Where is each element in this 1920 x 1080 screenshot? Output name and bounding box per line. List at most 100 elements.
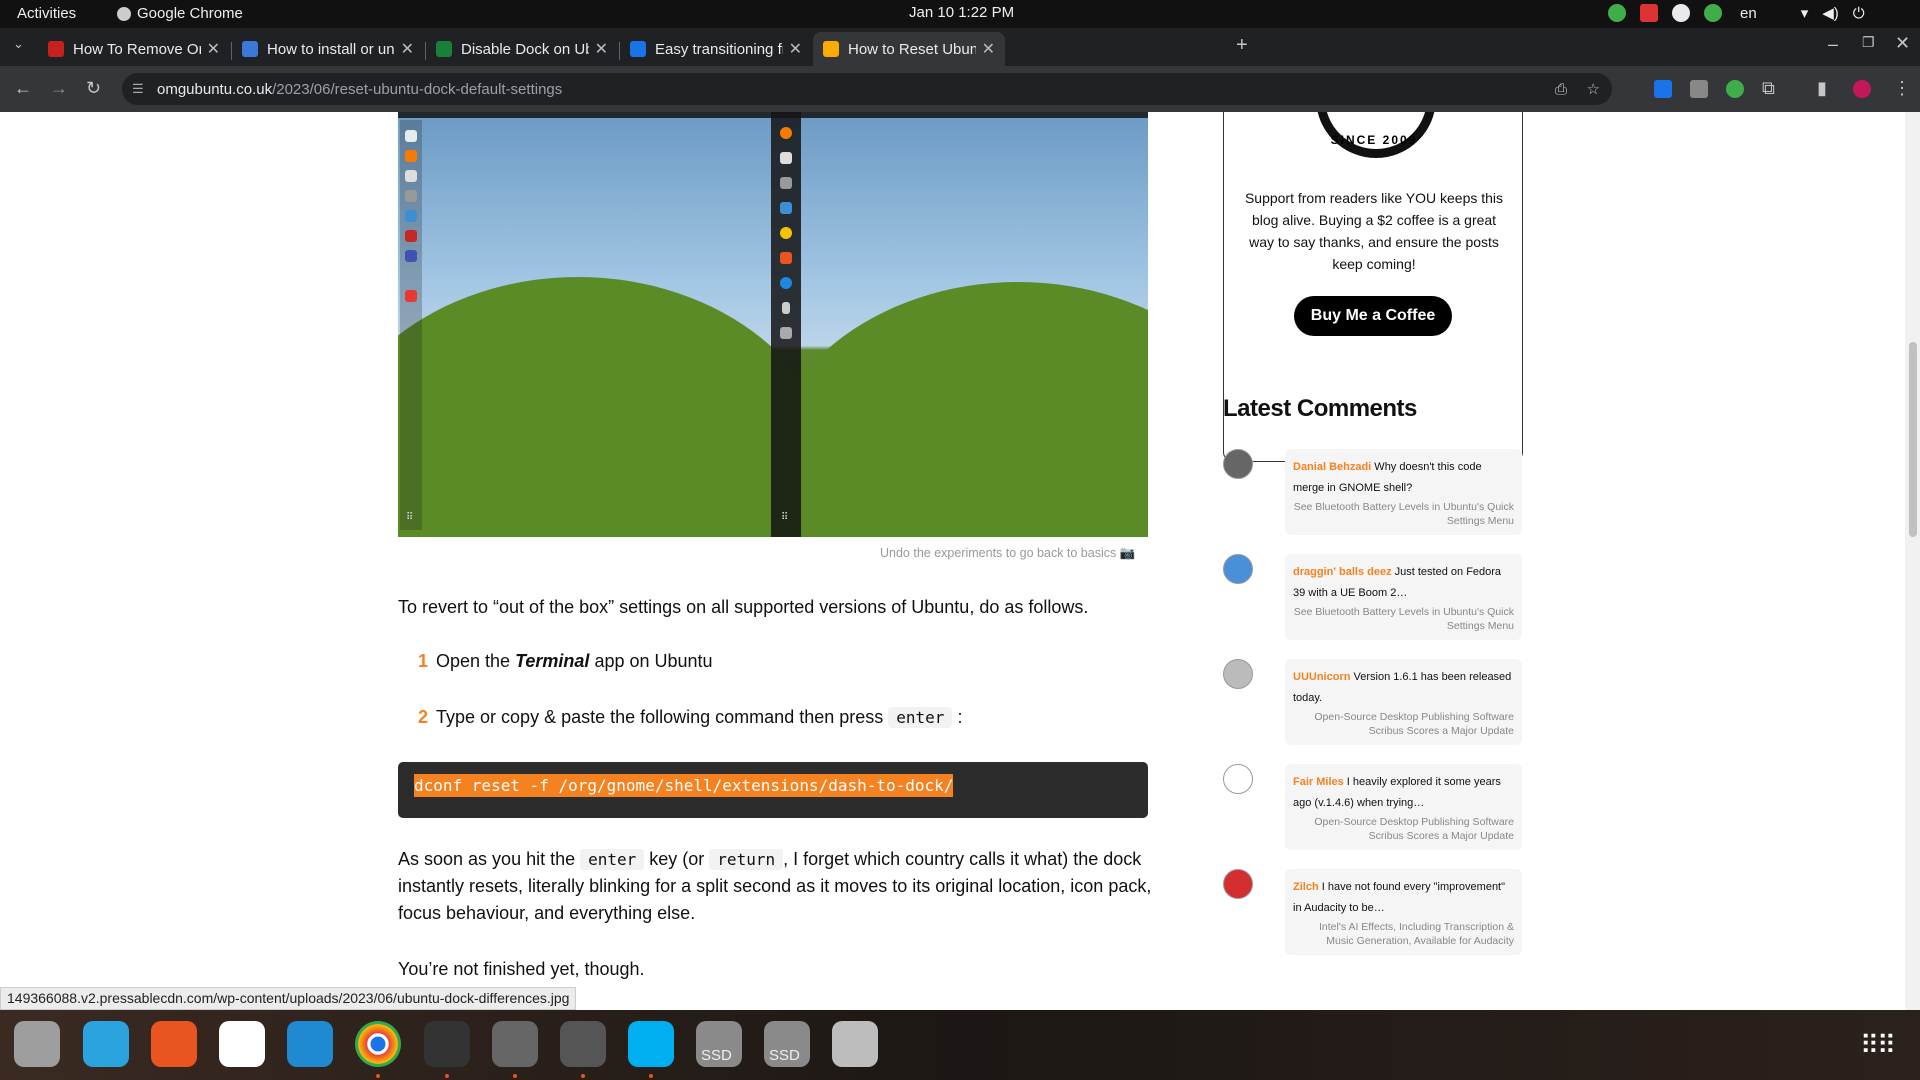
power-icon[interactable]: ⏻ bbox=[1853, 5, 1865, 22]
extension-icon[interactable] bbox=[1726, 80, 1744, 98]
tray-chrome-icon[interactable] bbox=[1672, 4, 1690, 22]
side-panel-icon[interactable]: ▮ bbox=[1817, 78, 1827, 99]
comment-author[interactable]: UUUnicorn bbox=[1293, 671, 1350, 683]
chrome-icon[interactable] bbox=[355, 1021, 401, 1067]
comment-box[interactable]: Zilch I have not found every "improvemen… bbox=[1285, 869, 1522, 955]
running-indicator bbox=[581, 1074, 585, 1078]
web-page: ⠿ ⠿ Undo the experiments to go back to b… bbox=[0, 112, 1905, 1010]
terminal-icon[interactable] bbox=[424, 1021, 470, 1067]
tray-app-icon[interactable] bbox=[1640, 4, 1658, 22]
latest-comments-heading: Latest Comments bbox=[1223, 395, 1417, 422]
tab-title: How to install or uninstall bbox=[267, 40, 395, 58]
extensions-icon[interactable] bbox=[560, 1021, 606, 1067]
comment-source-post[interactable]: Open-Source Desktop Publishing Software … bbox=[1293, 815, 1514, 843]
tray-app-icon[interactable] bbox=[1608, 4, 1626, 22]
since-label: SINCE 2009 bbox=[1330, 133, 1418, 147]
telegram-icon[interactable] bbox=[83, 1021, 129, 1067]
tab[interactable]: How To Remove Or Disable ✕ bbox=[38, 32, 230, 66]
chrome-icon bbox=[117, 6, 131, 21]
language-indicator[interactable]: en bbox=[1740, 5, 1757, 22]
comment-source-post[interactable]: See Bluetooth Battery Levels in Ubuntu's… bbox=[1293, 605, 1514, 633]
tab[interactable]: Disable Dock on Ubuntu ✕ bbox=[426, 32, 618, 66]
tab-favicon-icon bbox=[48, 41, 64, 57]
intro-paragraph: To revert to “out of the box” settings o… bbox=[398, 597, 1089, 617]
command-text[interactable]: dconf reset -f /org/gnome/shell/extensio… bbox=[414, 774, 954, 797]
close-tab-icon[interactable]: ✕ bbox=[401, 39, 414, 59]
running-indicator bbox=[649, 1074, 653, 1078]
reset-paragraph: As soon as you hit the enter key (or ret… bbox=[398, 849, 1152, 923]
close-tab-icon[interactable]: ✕ bbox=[207, 39, 220, 59]
ssd-label: SSD bbox=[701, 1047, 732, 1064]
close-window-button[interactable]: ✕ bbox=[1895, 33, 1910, 54]
close-tab-icon[interactable]: ✕ bbox=[982, 39, 995, 59]
wifi-icon[interactable]: ▾ bbox=[1801, 4, 1809, 22]
clock[interactable]: Jan 10 1:22 PM bbox=[909, 4, 1014, 21]
comment-box[interactable]: UUUnicorn Version 1.6.1 has been release… bbox=[1285, 659, 1522, 745]
site-info-icon[interactable]: ☰ bbox=[132, 81, 144, 97]
chrome-menu-icon[interactable]: ⋮ bbox=[1893, 78, 1911, 99]
comment-author[interactable]: Danial Behzadi bbox=[1293, 461, 1371, 473]
install-app-icon[interactable]: ⎙ bbox=[1555, 81, 1567, 98]
closing-paragraph: You’re not finished yet, though. bbox=[398, 959, 645, 979]
commenter-avatar bbox=[1223, 659, 1253, 689]
close-tab-icon[interactable]: ✕ bbox=[789, 39, 802, 59]
profile-avatar[interactable] bbox=[1853, 80, 1871, 98]
tab[interactable]: Easy transitioning from ✕ bbox=[620, 32, 812, 66]
tray-app-icon[interactable] bbox=[1704, 4, 1722, 22]
files-icon[interactable] bbox=[14, 1021, 60, 1067]
comment-source-post[interactable]: Open-Source Desktop Publishing Software … bbox=[1293, 710, 1514, 738]
tab-search-icon[interactable]: ⌄ bbox=[13, 36, 24, 52]
commenter-avatar bbox=[1223, 869, 1253, 899]
volume-icon[interactable]: ◀) bbox=[1822, 4, 1839, 22]
skype-icon[interactable] bbox=[628, 1021, 674, 1067]
scrollbar-thumb[interactable] bbox=[1909, 342, 1917, 537]
page-scrollbar[interactable] bbox=[1905, 112, 1920, 1010]
comment-box[interactable]: Danial Behzadi Why doesn't this code mer… bbox=[1285, 449, 1522, 535]
reload-button[interactable]: ↻ bbox=[86, 78, 101, 99]
comment-author[interactable]: Fair Miles bbox=[1293, 776, 1344, 788]
extensions-puzzle-icon[interactable]: ⧉ bbox=[1762, 78, 1775, 99]
tab-title: Disable Dock on Ubuntu bbox=[461, 40, 589, 58]
system-tray[interactable]: en ▾ ◀) ⏻ bbox=[1608, 4, 1865, 22]
comment-text[interactable]: I have not found every "improvement" in … bbox=[1293, 881, 1505, 914]
forward-button[interactable]: → bbox=[50, 78, 68, 99]
restore-button[interactable]: ❐ bbox=[1862, 34, 1875, 51]
tab[interactable]: How to Reset Ubuntu Dock ✕ bbox=[813, 32, 1005, 66]
buy-me-a-coffee-button[interactable]: Buy Me a Coffee bbox=[1294, 296, 1452, 336]
address-bar[interactable]: ☰ omgubuntu.co.uk/2023/06/reset-ubuntu-d… bbox=[122, 73, 1612, 105]
back-button[interactable]: ← bbox=[14, 78, 32, 99]
comment-author[interactable]: Zilch bbox=[1293, 881, 1319, 893]
tab-title: Easy transitioning from bbox=[655, 40, 783, 58]
activities-button[interactable]: Activities bbox=[17, 5, 76, 22]
ssd-1-icon[interactable]: SSD bbox=[696, 1021, 742, 1067]
show-apps-grid-icon[interactable]: ⠿⠿ bbox=[1860, 1030, 1896, 1061]
close-tab-icon[interactable]: ✕ bbox=[595, 39, 608, 59]
commenter-avatar bbox=[1223, 449, 1253, 479]
comment-box[interactable]: draggin' balls deez Just tested on Fedor… bbox=[1285, 554, 1522, 640]
extension-icon[interactable] bbox=[1690, 80, 1708, 98]
system-top-bar: Activities Google Chrome Jan 10 1:22 PM … bbox=[0, 0, 1920, 28]
step-1: 1 Open the Terminal app on Ubuntu bbox=[418, 651, 713, 671]
running-indicator bbox=[513, 1074, 517, 1078]
app-center-icon[interactable] bbox=[151, 1021, 197, 1067]
app-name: Google Chrome bbox=[137, 5, 243, 22]
bookmark-star-icon[interactable]: ☆ bbox=[1587, 80, 1600, 98]
tab[interactable]: How to install or uninstall ✕ bbox=[232, 32, 424, 66]
whatsapp-icon[interactable] bbox=[219, 1021, 265, 1067]
trash-icon[interactable] bbox=[832, 1021, 878, 1067]
vscode-icon[interactable] bbox=[287, 1021, 333, 1067]
extension-icon[interactable] bbox=[1654, 80, 1672, 98]
new-tab-button[interactable]: + bbox=[1236, 34, 1248, 57]
ssd-2-icon[interactable]: SSD bbox=[764, 1021, 810, 1067]
minimize-button[interactable]: – bbox=[1828, 34, 1838, 55]
enter-key-code: enter bbox=[888, 707, 953, 728]
focused-app-menu[interactable]: Google Chrome bbox=[117, 5, 243, 22]
comment-author[interactable]: draggin' balls deez bbox=[1293, 566, 1392, 578]
comment-source-post[interactable]: See Bluetooth Battery Levels in Ubuntu's… bbox=[1293, 500, 1514, 528]
comment-box[interactable]: Fair Miles I heavily explored it some ye… bbox=[1285, 764, 1522, 850]
article-image[interactable]: ⠿ ⠿ bbox=[398, 112, 1148, 537]
running-indicator bbox=[376, 1074, 380, 1078]
command-code-block[interactable]: dconf reset -f /org/gnome/shell/extensio… bbox=[398, 762, 1148, 818]
settings-icon[interactable] bbox=[492, 1021, 538, 1067]
comment-source-post[interactable]: Intel's AI Effects, Including Transcript… bbox=[1293, 920, 1514, 948]
